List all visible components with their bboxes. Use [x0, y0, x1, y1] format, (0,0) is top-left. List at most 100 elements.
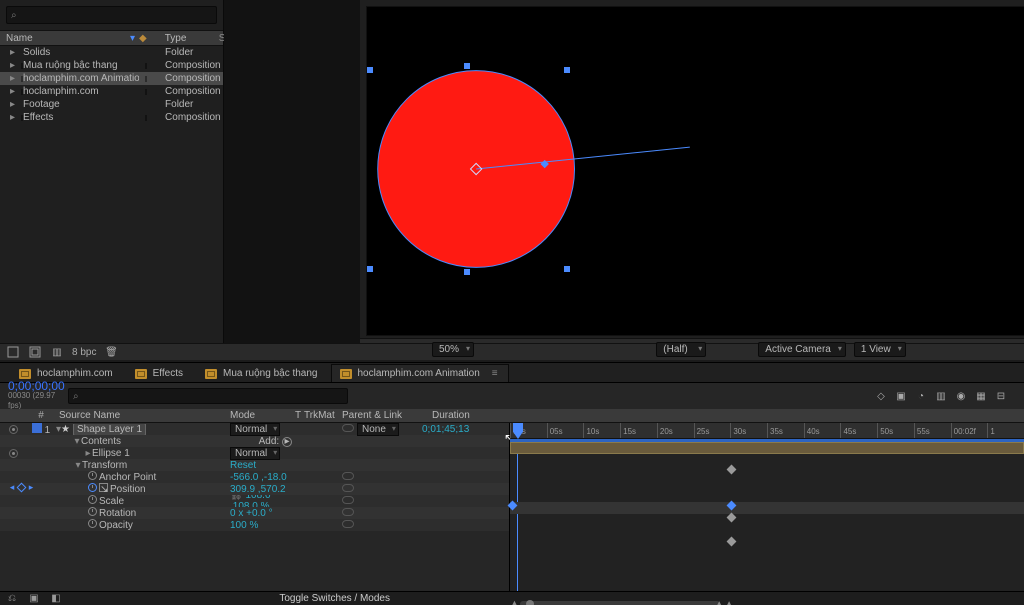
zoom-dropdown[interactable]: 50%	[432, 342, 474, 357]
comp-mini-flowchart-icon[interactable]: ◇	[874, 389, 888, 403]
bbox-handle-br[interactable]	[564, 266, 570, 272]
layer-duration[interactable]: 0;01;45;13	[422, 424, 469, 435]
motion-blur-icon[interactable]: ◉	[954, 389, 968, 403]
layer-name[interactable]: Shape Layer 1	[73, 424, 146, 435]
bbox-handle-bl[interactable]	[367, 266, 373, 272]
project-columns-header[interactable]: Name ▾ ◆ Type Size	[0, 30, 223, 46]
stopwatch-icon[interactable]	[88, 507, 97, 516]
twirl-icon[interactable]: ▸	[10, 47, 15, 58]
keyframe-icon[interactable]	[727, 501, 737, 511]
col-trkmat[interactable]: TrkMat	[304, 410, 342, 421]
toggle-switches-button[interactable]: Toggle Switches / Modes	[279, 593, 390, 604]
ruler-tick[interactable]: 40s	[804, 423, 841, 438]
timeline-tab[interactable]: Effects	[126, 364, 194, 382]
timeline-tab[interactable]: hoclamphim.com Animation≡	[331, 364, 509, 382]
interpret-footage-icon[interactable]	[6, 345, 20, 359]
camera-dropdown[interactable]: Active Camera	[758, 342, 846, 357]
zoom-thumb[interactable]	[526, 600, 534, 605]
col-mode[interactable]: Mode	[230, 410, 292, 421]
stopwatch-icon[interactable]	[88, 519, 97, 528]
column-name[interactable]: Name	[6, 33, 126, 44]
layer-row[interactable]: 1 ▾★ Shape Layer 1 Normal None 0;01;45;1…	[0, 423, 509, 435]
keyframe-icon[interactable]	[508, 501, 518, 511]
ruler-tick[interactable]: 1	[987, 423, 1024, 438]
ruler-tick[interactable]: 00:02f	[951, 423, 988, 438]
expression-pickwhip-icon[interactable]	[342, 484, 354, 492]
draft3d-icon[interactable]: ▣	[894, 389, 908, 403]
project-search-input[interactable]: ⌕	[6, 6, 217, 24]
rotation-value[interactable]: 0 x +0.0 °	[230, 508, 273, 519]
ruler-tick[interactable]: 50s	[877, 423, 914, 438]
stopwatch-icon[interactable]	[88, 471, 97, 480]
prop-scale[interactable]: Scale ⛓ 108.0 ,108.0 %	[0, 495, 509, 507]
kf-prev-icon[interactable]: ◂	[8, 483, 16, 491]
bbox-handle-tc[interactable]	[464, 63, 470, 69]
col-idx[interactable]: #	[26, 410, 56, 421]
kf-next-icon[interactable]: ▸	[27, 483, 35, 491]
timeline-timecode[interactable]: 0;00;00;00	[8, 381, 68, 391]
new-folder-icon[interactable]: ▥	[50, 345, 64, 359]
ruler-tick[interactable]: 15s	[620, 423, 657, 438]
transform-reset[interactable]: Reset	[230, 460, 256, 471]
prop-opacity[interactable]: Opacity 100 %	[0, 519, 509, 531]
label-icon[interactable]: ◆	[139, 33, 147, 44]
expression-pickwhip-icon[interactable]	[342, 472, 354, 480]
timeline-graph[interactable]: 00s05s10s15s20s25s30s35s40s45s50s55s00:0…	[510, 423, 1024, 591]
ellipse-mode-dropdown[interactable]: Normal	[230, 447, 280, 460]
stopwatch-icon[interactable]	[88, 483, 97, 492]
graph-editor-icon[interactable]: ▦	[974, 389, 988, 403]
timeline-zoom-slider[interactable]: ▲ ▲▲	[520, 601, 720, 605]
expression-pickwhip-icon[interactable]	[342, 508, 354, 516]
project-item[interactable]: ▸ hoclamphim.com Animation Composition	[0, 72, 223, 85]
add-button-icon[interactable]: ▸	[282, 437, 292, 447]
view-layout-dropdown[interactable]: 1 View	[854, 342, 906, 357]
time-ruler[interactable]: 00s05s10s15s20s25s30s35s40s45s50s55s00:0…	[510, 423, 1024, 439]
prop-contents[interactable]: ▾Contents Add: ▸	[0, 435, 509, 447]
bbox-handle-bc[interactable]	[464, 269, 470, 275]
opacity-value[interactable]: 100 %	[230, 520, 258, 531]
col-duration[interactable]: Duration	[432, 410, 502, 421]
prop-position[interactable]: ↘Position 309.9 ,570.2 ◂ ▸	[0, 483, 509, 495]
twirl-icon[interactable]: ▸	[10, 60, 15, 71]
project-item[interactable]: ▸ Effects Composition	[0, 111, 223, 124]
layer-mode-dropdown[interactable]: Normal	[230, 423, 280, 436]
project-item[interactable]: ▸ Footage Folder	[0, 98, 223, 111]
separate-dims-icon[interactable]: ↘	[99, 483, 108, 492]
resolution-dropdown[interactable]: (Half)	[656, 342, 706, 357]
twirl-icon[interactable]: ▸	[10, 112, 15, 123]
zoom-in-icon[interactable]: ▲▲	[714, 599, 734, 605]
keyframe-icon[interactable]	[727, 513, 737, 523]
project-item[interactable]: ▸ Solids Folder	[0, 46, 223, 59]
ruler-tick[interactable]: 05s	[547, 423, 584, 438]
column-type[interactable]: Type	[165, 33, 215, 44]
timeline-search-input[interactable]: ⌕	[68, 388, 348, 404]
viewport[interactable]	[366, 6, 1024, 336]
ruler-tick[interactable]: 10s	[583, 423, 620, 438]
sort-asc-icon[interactable]: ▾	[130, 33, 135, 44]
visibility-icon[interactable]	[9, 425, 18, 434]
zoom-out-icon[interactable]: ▲	[510, 598, 519, 605]
twirl-icon[interactable]: ▸	[10, 73, 15, 84]
render-toggle-icon[interactable]: ▣	[28, 593, 40, 605]
col-source-name[interactable]: Source Name	[56, 410, 230, 421]
keyframe-icon[interactable]	[727, 537, 737, 547]
ruler-tick[interactable]: 45s	[840, 423, 877, 438]
twirl-icon[interactable]: ▸	[10, 99, 15, 110]
col-t[interactable]: T	[292, 410, 304, 421]
project-item[interactable]: ▸ hoclamphim.com Composition	[0, 85, 223, 98]
stopwatch-icon[interactable]	[88, 495, 97, 504]
layer-parent-dropdown[interactable]: None	[357, 423, 399, 436]
col-parent[interactable]: Parent & Link	[342, 410, 432, 421]
bbox-handle-tl[interactable]	[367, 67, 373, 73]
layer-duration-bar[interactable]	[510, 442, 1024, 454]
prop-transform[interactable]: ▾Transform Reset	[0, 459, 509, 471]
ruler-tick[interactable]: 35s	[767, 423, 804, 438]
canvas[interactable]	[367, 7, 1024, 335]
visibility-icon[interactable]	[9, 449, 18, 458]
position-value[interactable]: 309.9 ,570.2	[230, 484, 286, 495]
ruler-tick[interactable]: 20s	[657, 423, 694, 438]
shy-toggle-icon[interactable]: ⎌	[6, 593, 18, 605]
keyframe-icon[interactable]	[727, 465, 737, 475]
hide-shy-icon[interactable]: ◔	[914, 389, 928, 403]
brainstorm-icon[interactable]: ⊟	[994, 389, 1008, 403]
